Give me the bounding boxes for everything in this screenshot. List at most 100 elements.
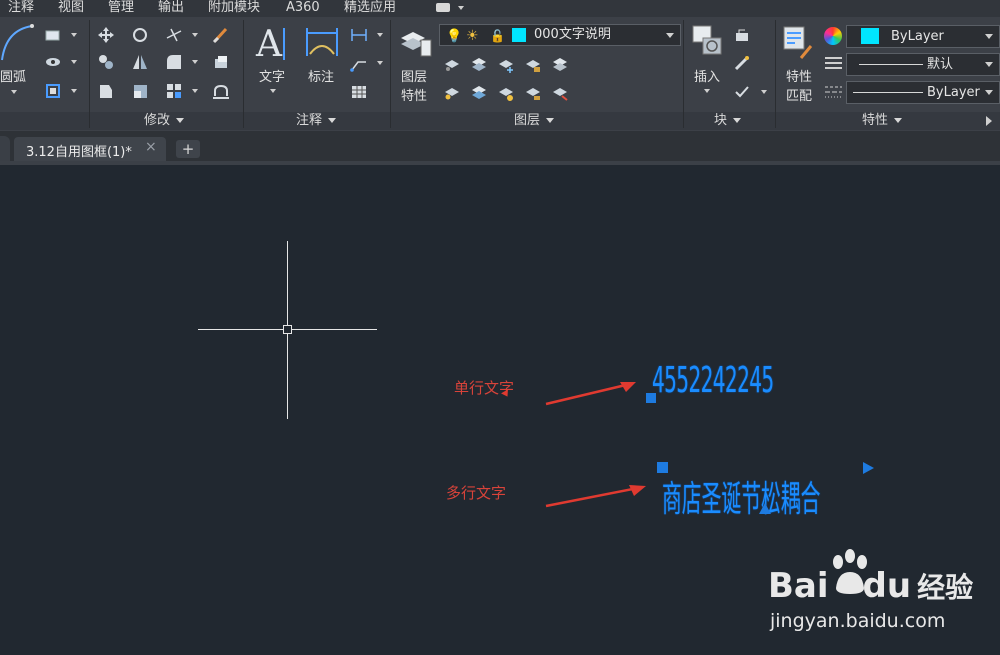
- menu-manage[interactable]: 管理: [108, 0, 134, 17]
- table-icon[interactable]: [348, 82, 370, 102]
- multi-line-text-object[interactable]: 商店圣诞节松耦合: [662, 470, 820, 522]
- arc-label[interactable]: 圆弧: [0, 66, 26, 85]
- mirror-icon[interactable]: [129, 52, 151, 72]
- hatch-dropdown-icon[interactable]: [71, 60, 77, 64]
- match-label-1[interactable]: 特性: [786, 66, 812, 85]
- layer-unisolate-icon[interactable]: [468, 83, 490, 103]
- layer-on-icon[interactable]: [441, 83, 463, 103]
- erase-icon[interactable]: [210, 25, 232, 45]
- chevron-down-icon: [546, 118, 555, 123]
- scale-icon[interactable]: [129, 81, 151, 101]
- trim-dropdown-icon[interactable]: [192, 33, 198, 37]
- insert-dropdown-icon[interactable]: [704, 89, 710, 93]
- create-block-icon[interactable]: [731, 26, 753, 46]
- dimension-label[interactable]: 标注: [308, 66, 334, 85]
- document-tab[interactable]: 3.12自用图框(1)* ×: [14, 137, 166, 161]
- menu-featured-apps[interactable]: 精选应用: [344, 0, 396, 17]
- menu-view[interactable]: 视图: [58, 0, 84, 17]
- modify-title-text: 修改: [144, 113, 171, 128]
- block-panel-title[interactable]: 块: [714, 112, 742, 130]
- color-wheel-icon[interactable]: [824, 27, 842, 45]
- layer-lock-icon[interactable]: [522, 55, 544, 75]
- chevron-down-icon[interactable]: [458, 6, 464, 10]
- arc-dropdown-icon[interactable]: [11, 90, 17, 94]
- layer-unlock-icon[interactable]: [522, 83, 544, 103]
- edit-block-icon[interactable]: [731, 54, 753, 74]
- stretch-icon[interactable]: [95, 81, 117, 101]
- explode-icon[interactable]: [210, 52, 232, 72]
- panel-divider: [683, 20, 684, 128]
- rectangle-icon[interactable]: [42, 25, 64, 45]
- fillet-dropdown-icon[interactable]: [192, 60, 198, 64]
- layer-off-icon[interactable]: [441, 55, 463, 75]
- text-dropdown-icon[interactable]: [270, 89, 276, 93]
- text-label[interactable]: 文字: [259, 66, 285, 85]
- linear-dimension-dropdown-icon[interactable]: [377, 33, 383, 37]
- new-tab-button[interactable]: +: [176, 140, 200, 158]
- dimension-icon[interactable]: [304, 24, 340, 60]
- single-line-text-object[interactable]: 4552242245: [652, 360, 774, 401]
- linetype-value: ByLayer: [927, 85, 980, 100]
- linetype-icon[interactable]: [825, 84, 842, 98]
- layer-properties-icon[interactable]: [399, 24, 433, 60]
- layers-panel-title[interactable]: 图层: [514, 112, 555, 130]
- color-dropdown[interactable]: ByLayer: [846, 25, 1000, 48]
- layer-dropdown[interactable]: 💡 ☀ 🔓 000文字说明: [439, 24, 681, 46]
- match-label-2[interactable]: 匹配: [786, 85, 812, 104]
- array-dropdown-icon[interactable]: [192, 89, 198, 93]
- expand-arrow-icon[interactable]: [986, 116, 992, 126]
- modify-panel-title[interactable]: 修改: [144, 112, 185, 130]
- arc-icon[interactable]: [0, 22, 34, 62]
- panel-divider: [89, 20, 90, 128]
- close-icon[interactable]: ×: [145, 139, 157, 155]
- chevron-down-icon: [985, 90, 993, 95]
- mtext-corner-grip[interactable]: [657, 462, 668, 473]
- rectangle-dropdown-icon[interactable]: [71, 33, 77, 37]
- fillet-icon[interactable]: [163, 52, 185, 72]
- watermark-brand-cn: 经验: [917, 571, 974, 604]
- lineweight-dropdown[interactable]: 默认: [846, 53, 1000, 76]
- mtext-width-grip[interactable]: [863, 462, 874, 474]
- layer-freeze-icon[interactable]: [495, 55, 517, 75]
- boundary-icon[interactable]: [42, 81, 64, 101]
- menu-addins[interactable]: 附加模块: [208, 0, 260, 17]
- text-insertion-grip[interactable]: [646, 393, 656, 403]
- start-tab-edge[interactable]: [0, 136, 10, 161]
- match-properties-icon[interactable]: [781, 24, 815, 62]
- linetype-dropdown[interactable]: ByLayer: [846, 81, 1000, 104]
- leader-icon[interactable]: [348, 53, 370, 73]
- insert-block-icon[interactable]: [690, 22, 726, 60]
- move-icon[interactable]: [95, 25, 117, 45]
- panel-divider: [775, 20, 776, 128]
- mtext-height-grip[interactable]: [759, 503, 771, 514]
- offset-icon[interactable]: [210, 81, 232, 101]
- layer-properties-label-2[interactable]: 特性: [401, 85, 427, 104]
- lineweight-icon[interactable]: [825, 55, 842, 69]
- camera-icon[interactable]: [436, 3, 450, 12]
- layer-properties-label-1[interactable]: 图层: [401, 66, 427, 85]
- menu-annotate[interactable]: 注释: [8, 0, 34, 17]
- text-icon[interactable]: A: [254, 22, 290, 65]
- menu-a360[interactable]: A360: [286, 0, 320, 17]
- copy-icon[interactable]: [95, 52, 117, 72]
- trim-icon[interactable]: [163, 25, 185, 45]
- layer-thaw-icon[interactable]: [495, 83, 517, 103]
- annotation-title-text: 注释: [296, 113, 323, 128]
- menu-output[interactable]: 输出: [158, 0, 184, 17]
- insert-label[interactable]: 插入: [694, 66, 720, 85]
- linear-dimension-icon[interactable]: [348, 25, 370, 45]
- leader-dropdown-icon[interactable]: [377, 61, 383, 65]
- boundary-dropdown-icon[interactable]: [71, 89, 77, 93]
- layer-merge-icon[interactable]: [549, 83, 571, 103]
- rotate-icon[interactable]: [129, 25, 151, 45]
- block-attributes-icon[interactable]: [731, 82, 753, 102]
- hatch-icon[interactable]: [42, 52, 64, 72]
- layer-match-icon[interactable]: [549, 55, 571, 75]
- multi-line-arrow: [545, 485, 646, 508]
- properties-panel-title[interactable]: 特性: [862, 112, 903, 130]
- array-icon[interactable]: [163, 81, 185, 101]
- block-attributes-dropdown-icon[interactable]: [761, 90, 767, 94]
- annotation-panel-title[interactable]: 注释: [296, 112, 337, 130]
- layer-isolate-icon[interactable]: [468, 55, 490, 75]
- multi-line-annotation: 多行文字: [446, 484, 507, 502]
